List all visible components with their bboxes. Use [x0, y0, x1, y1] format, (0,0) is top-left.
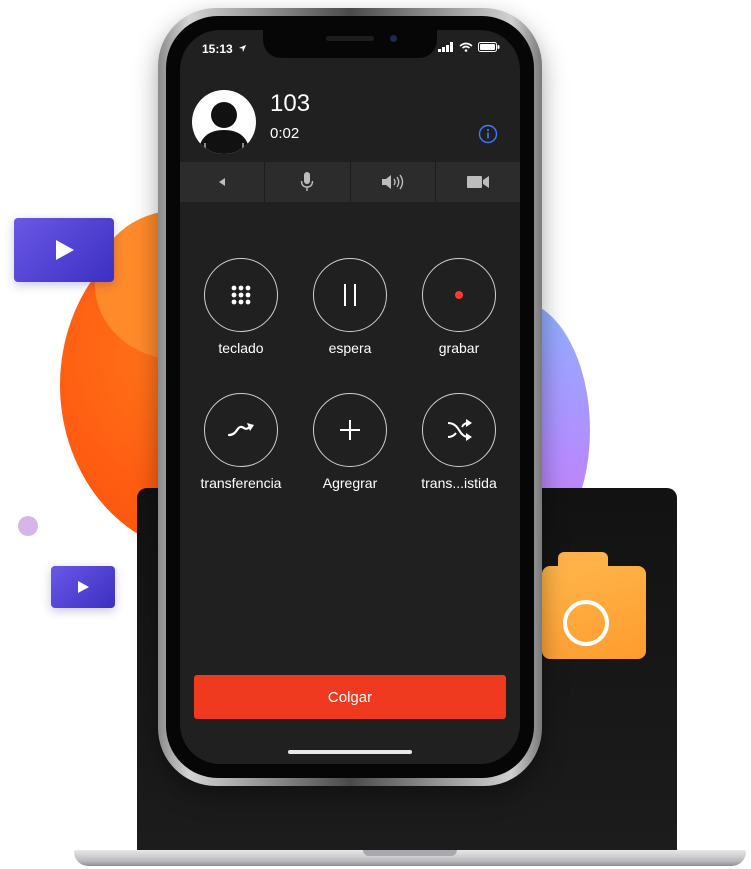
decorative-dot — [18, 516, 38, 536]
video-camera-icon — [466, 176, 489, 188]
wifi-icon — [459, 42, 473, 52]
add-call-button[interactable] — [313, 393, 387, 467]
add-icon — [340, 420, 360, 440]
pause-icon — [344, 284, 356, 306]
info-icon[interactable] — [478, 124, 498, 149]
add-call-label: Agregrar — [322, 475, 378, 491]
keypad-button[interactable] — [204, 258, 278, 332]
add-call-action[interactable]: Agregrar — [295, 393, 405, 491]
home-indicator[interactable] — [288, 750, 412, 754]
phone-notch — [263, 30, 437, 58]
keypad-action[interactable]: teclado — [186, 258, 296, 356]
status-time: 15:13 — [202, 42, 247, 56]
attended-transfer-action[interactable]: trans...istida — [404, 393, 514, 491]
phone-screen: 15:13 103 0:02 teclado espera grabar tra… — [180, 30, 520, 764]
back-arrow-icon — [219, 178, 226, 186]
battery-icon — [478, 42, 500, 52]
video-play-tile-large — [14, 218, 114, 282]
call-control-bar — [180, 162, 520, 202]
location-arrow-icon — [238, 44, 247, 53]
status-icons — [438, 42, 500, 52]
keypad-label: teclado — [218, 340, 264, 356]
front-camera — [390, 35, 397, 42]
back-button[interactable] — [180, 162, 266, 202]
record-action[interactable]: grabar — [404, 258, 514, 356]
attended-transfer-button[interactable] — [422, 393, 496, 467]
laptop-notch — [363, 850, 457, 856]
mute-button[interactable] — [265, 162, 351, 202]
transfer-label: transferencia — [200, 475, 282, 491]
transfer-icon — [227, 423, 254, 437]
hold-label: espera — [328, 340, 372, 356]
avatar — [192, 90, 256, 154]
attended-transfer-label: trans...istida — [421, 475, 497, 491]
keypad-icon — [231, 285, 251, 305]
transfer-button[interactable] — [204, 393, 278, 467]
record-button[interactable] — [422, 258, 496, 332]
speaker-icon — [381, 174, 403, 190]
call-header: 103 0:02 — [180, 70, 520, 162]
record-icon — [455, 291, 463, 299]
video-play-tile-small — [51, 566, 115, 608]
play-icon — [78, 581, 89, 593]
hold-action[interactable]: espera — [295, 258, 405, 356]
microphone-icon — [301, 172, 314, 191]
video-button[interactable] — [436, 162, 520, 202]
earpiece-speaker — [326, 36, 374, 41]
person-silhouette-icon — [198, 102, 250, 154]
call-duration: 0:02 — [270, 125, 300, 142]
camera-icon — [563, 600, 609, 646]
attended-transfer-icon — [447, 419, 472, 441]
caller-number: 103 — [270, 90, 311, 117]
speaker-button[interactable] — [351, 162, 436, 202]
hold-button[interactable] — [313, 258, 387, 332]
record-label: grabar — [438, 340, 480, 356]
cellular-signal-icon — [438, 42, 453, 52]
play-icon — [56, 240, 74, 260]
transfer-action[interactable]: transferencia — [186, 393, 296, 491]
hangup-button[interactable]: Colgar — [194, 675, 506, 719]
